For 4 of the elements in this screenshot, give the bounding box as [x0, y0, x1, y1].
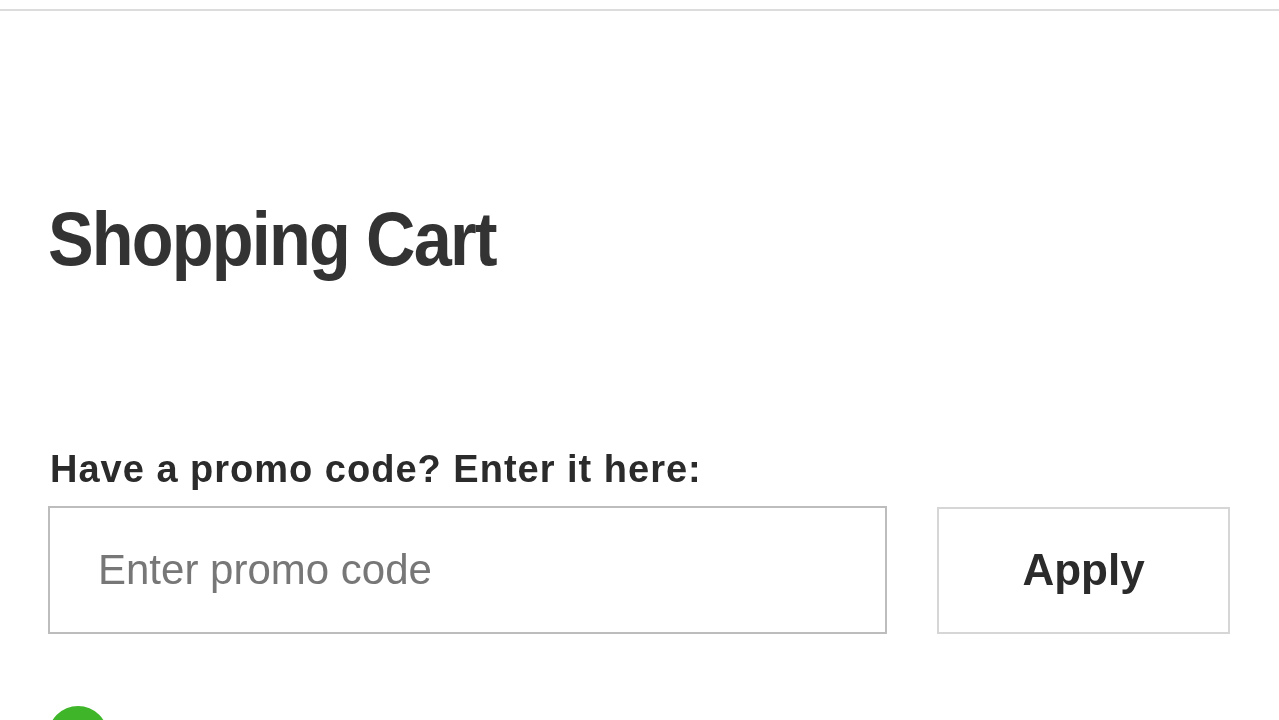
- page-title: Shopping Cart: [48, 195, 498, 283]
- promo-code-field[interactable]: Enter promo code: [48, 506, 887, 634]
- promo-label: Have a promo code? Enter it here:: [50, 447, 703, 492]
- apply-button[interactable]: Apply: [937, 506, 1230, 634]
